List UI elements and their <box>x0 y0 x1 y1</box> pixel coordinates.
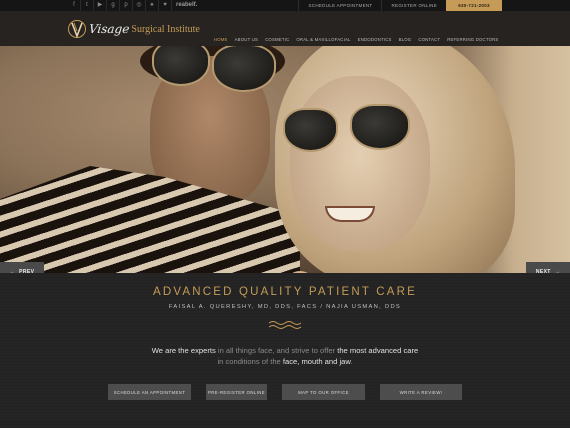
nav-item-home[interactable]: HOME <box>210 37 231 42</box>
social-links: f t ▶ g p ◎ ♠ ♥ reabelf. <box>68 0 201 11</box>
register-online-link[interactable]: REGISTER ONLINE <box>381 0 446 11</box>
nav-item-referring-doctors[interactable]: REFERRING DOCTORS <box>444 37 502 42</box>
pinterest-icon[interactable]: p <box>120 0 133 11</box>
nav-item-contact[interactable]: CONTACT <box>415 37 444 42</box>
phone-number[interactable]: 630-721-2003 <box>446 0 502 11</box>
instagram-icon[interactable]: ◎ <box>133 0 146 11</box>
nav-item-endodontics[interactable]: ENDODONTICS <box>354 37 395 42</box>
logo[interactable]: Visage Surgical Institute <box>68 17 200 41</box>
youtube-icon[interactable]: ▶ <box>94 0 107 11</box>
logo-mark-icon <box>68 20 86 39</box>
schedule-appointment-button[interactable]: SCHEDULE AN APPOINTMENT <box>108 384 191 400</box>
foursquare-icon[interactable]: ♠ <box>146 0 159 11</box>
doctors-line: FAISAL A. QUERESHY, MD, DDS, FACS / NAJI… <box>168 304 402 310</box>
logo-script-text: Visage <box>88 22 131 36</box>
facebook-icon[interactable]: f <box>68 0 81 11</box>
logo-text: Surgical Institute <box>131 23 200 35</box>
tagline-heading: ADVANCED QUALITY PATIENT CARE <box>152 286 418 298</box>
wave-divider-icon <box>268 321 302 329</box>
twitter-icon[interactable]: t <box>81 0 94 11</box>
write-review-button[interactable]: WRITE A REVIEW! <box>380 384 462 400</box>
intro-text: We are the experts in all things face, a… <box>151 346 419 366</box>
cta-buttons: SCHEDULE AN APPOINTMENT PRE-REGISTER ONL… <box>108 384 462 400</box>
reabelf-link[interactable]: reabelf. <box>172 0 201 11</box>
site-header: Visage Surgical Institute HOME ABOUT US … <box>0 11 570 46</box>
hero-slider-image <box>0 46 570 273</box>
google-plus-icon[interactable]: g <box>107 0 120 11</box>
intro-section: ADVANCED QUALITY PATIENT CARE FAISAL A. … <box>0 273 570 428</box>
utility-bar: f t ▶ g p ◎ ♠ ♥ reabelf. SCHEDULE APPOIN… <box>0 0 570 11</box>
map-to-office-button[interactable]: MAP TO OUR OFFICE <box>282 384 365 400</box>
nav-item-cosmetic[interactable]: COSMETIC <box>262 37 293 42</box>
heart-icon[interactable]: ♥ <box>159 0 172 11</box>
top-links: SCHEDULE APPOINTMENT REGISTER ONLINE 630… <box>298 0 570 11</box>
nav-item-about-us[interactable]: ABOUT US <box>231 37 262 42</box>
schedule-appointment-link[interactable]: SCHEDULE APPOINTMENT <box>298 0 381 11</box>
nav-item-blog[interactable]: BLOG <box>395 37 415 42</box>
pre-register-online-button[interactable]: PRE-REGISTER ONLINE <box>206 384 267 400</box>
nav-item-oral-maxillofacial[interactable]: ORAL & MAXILLOFACIAL <box>293 37 354 42</box>
